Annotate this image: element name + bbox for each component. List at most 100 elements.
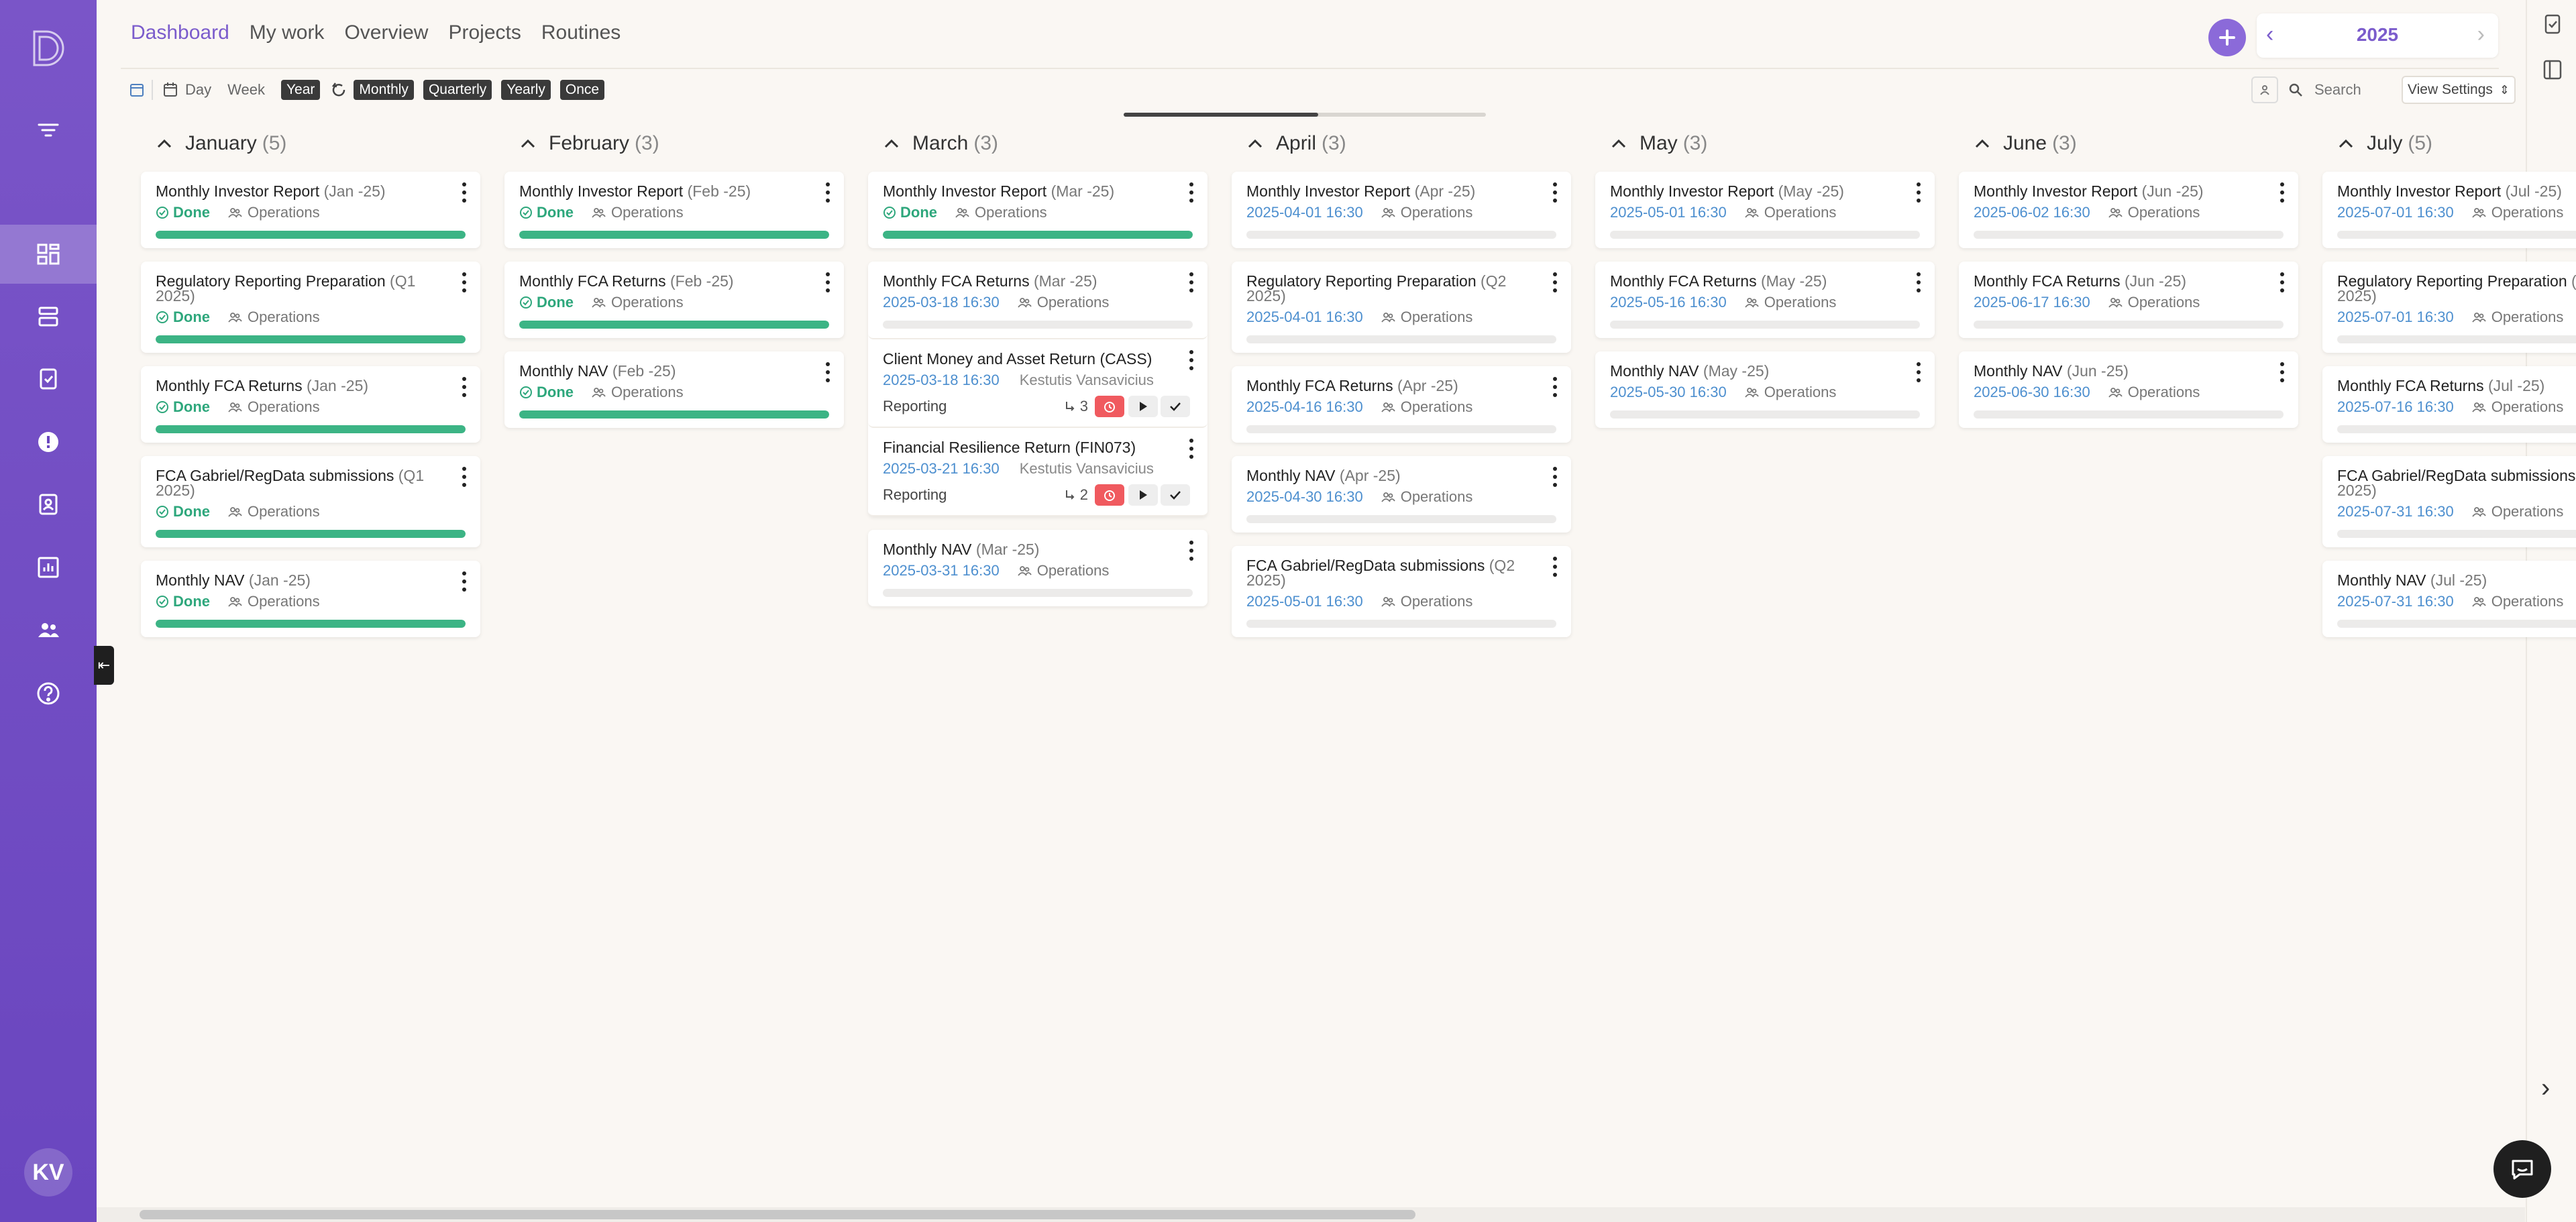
due-date[interactable]: 2025-05-16 16:30: [1610, 294, 1727, 311]
month-header[interactable]: June (3): [1959, 129, 2298, 158]
due-date[interactable]: 2025-03-18 16:30: [883, 294, 1000, 311]
due-date[interactable]: 2025-06-17 16:30: [1974, 294, 2090, 311]
task-card[interactable]: Regulatory Reporting Preparation (Q2 202…: [1232, 262, 1571, 353]
due-date[interactable]: 2025-07-01 16:30: [2337, 309, 2454, 326]
chevron-right-icon[interactable]: ›: [2541, 1073, 2550, 1103]
nav-boards[interactable]: [0, 287, 97, 346]
start-button[interactable]: [1128, 484, 1158, 506]
task-card[interactable]: Monthly FCA Returns (Apr -25) 2025-04-16 …: [1232, 366, 1571, 443]
filter-year[interactable]: Year: [280, 80, 321, 100]
more-icon[interactable]: [1915, 362, 1923, 382]
assignee[interactable]: Kestutis Vansavicius: [1020, 372, 1154, 389]
tab-projects[interactable]: Projects: [448, 19, 521, 47]
filter-day[interactable]: Day: [185, 81, 211, 99]
filter-button[interactable]: [0, 101, 97, 160]
user-avatar[interactable]: KV: [24, 1148, 72, 1197]
task-card[interactable]: Monthly Investor Report (May -25) 2025-05…: [1595, 172, 1935, 248]
more-icon[interactable]: [1551, 377, 1559, 397]
tab-routines[interactable]: Routines: [541, 19, 621, 47]
overdue-button[interactable]: [1095, 396, 1124, 417]
task-card[interactable]: Monthly NAV (May -25) 2025-05-30 16:30 Ope…: [1595, 351, 1935, 428]
month-header[interactable]: July (5): [2322, 129, 2576, 158]
filter-week[interactable]: Week: [227, 81, 265, 99]
more-icon[interactable]: [1551, 272, 1559, 292]
clipboard-check-icon[interactable]: [2540, 12, 2565, 36]
task-card[interactable]: Monthly FCA Returns (Jun -25) 2025-06-17 …: [1959, 262, 2298, 338]
due-date[interactable]: 2025-06-02 16:30: [1974, 204, 2090, 221]
month-header[interactable]: March (3): [868, 129, 1208, 158]
task-card[interactable]: Monthly NAV (Mar -25) 2025-03-31 16:30 Ope…: [868, 530, 1208, 606]
month-header[interactable]: May (3): [1595, 129, 1935, 158]
sidebar-collapse-toggle[interactable]: ⇤: [94, 646, 114, 685]
board-scroll-thumb[interactable]: [1124, 113, 1318, 117]
filter-monthly[interactable]: Monthly: [354, 80, 414, 100]
task-card[interactable]: FCA Gabriel/RegData submissions (Q3 2025…: [2322, 456, 2576, 547]
chat-button[interactable]: [2493, 1140, 2551, 1198]
horizontal-scrollbar[interactable]: [97, 1207, 2525, 1222]
due-date[interactable]: 2025-07-31 16:30: [2337, 503, 2454, 520]
nav-tasks[interactable]: [0, 349, 97, 408]
task-card[interactable]: Monthly NAV (Feb -25) Done Operations: [504, 351, 844, 428]
task-card[interactable]: Monthly FCA Returns (Mar -25) 2025-03-18 …: [868, 262, 1208, 339]
month-header[interactable]: February (3): [504, 129, 844, 158]
due-date[interactable]: 2025-04-01 16:30: [1246, 204, 1363, 221]
more-icon[interactable]: [460, 571, 468, 592]
view-settings-button[interactable]: View Settings ⇕: [2402, 76, 2516, 104]
more-icon[interactable]: [1551, 182, 1559, 203]
more-icon[interactable]: [1915, 182, 1923, 203]
assignee-filter-button[interactable]: [2251, 76, 2278, 103]
task-card[interactable]: Monthly NAV (Jan -25) Done Operations: [141, 561, 480, 637]
board-scroll-indicator[interactable]: [1124, 113, 1486, 117]
due-date[interactable]: 2025-05-30 16:30: [1610, 384, 1727, 401]
due-date[interactable]: 2025-04-30 16:30: [1246, 488, 1363, 506]
chevron-right-icon[interactable]: ›: [2477, 21, 2485, 48]
task-card[interactable]: Monthly Investor Report (Mar -25) Done Ope…: [868, 172, 1208, 248]
app-logo[interactable]: [0, 15, 97, 82]
scrollbar-thumb[interactable]: [140, 1210, 1415, 1219]
more-icon[interactable]: [1187, 439, 1195, 459]
search-input[interactable]: [2313, 80, 2387, 99]
task-card[interactable]: Monthly FCA Returns (Jul -25) 2025-07-16 …: [2322, 366, 2576, 443]
complete-button[interactable]: [1161, 484, 1190, 506]
task-card[interactable]: Monthly Investor Report (Apr -25) 2025-04…: [1232, 172, 1571, 248]
nav-alerts[interactable]: [0, 412, 97, 471]
more-icon[interactable]: [460, 377, 468, 397]
more-icon[interactable]: [1187, 272, 1195, 292]
due-date[interactable]: 2025-05-01 16:30: [1246, 593, 1363, 610]
more-icon[interactable]: [1915, 272, 1923, 292]
nav-team[interactable]: [0, 601, 97, 660]
due-date[interactable]: 2025-07-01 16:30: [2337, 204, 2454, 221]
more-icon[interactable]: [460, 467, 468, 487]
tab-dashboard[interactable]: Dashboard: [131, 19, 229, 47]
more-icon[interactable]: [2278, 272, 2286, 292]
subtask-card[interactable]: Financial Resilience Return (FIN073) 2025…: [868, 428, 1208, 516]
filter-quarterly[interactable]: Quarterly: [423, 80, 492, 100]
more-icon[interactable]: [824, 362, 832, 382]
task-card[interactable]: Monthly FCA Returns (May -25) 2025-05-16 …: [1595, 262, 1935, 338]
nav-reports[interactable]: [0, 538, 97, 597]
subtask-card[interactable]: Client Money and Asset Return (CASS) 2025…: [868, 339, 1208, 428]
more-icon[interactable]: [2278, 182, 2286, 203]
task-card[interactable]: Monthly NAV (Jun -25) 2025-06-30 16:30 Ope…: [1959, 351, 2298, 428]
due-date[interactable]: 2025-03-21 16:30: [883, 460, 1000, 478]
month-header[interactable]: January (5): [141, 129, 480, 158]
task-card[interactable]: Monthly Investor Report (Jun -25) 2025-06…: [1959, 172, 2298, 248]
tab-overview[interactable]: Overview: [344, 19, 428, 47]
more-icon[interactable]: [824, 272, 832, 292]
more-icon[interactable]: [460, 182, 468, 203]
add-button[interactable]: [2208, 19, 2246, 56]
task-card[interactable]: Regulatory Reporting Preparation (Q3 202…: [2322, 262, 2576, 353]
more-icon[interactable]: [1551, 467, 1559, 487]
task-card[interactable]: Monthly Investor Report (Jan -25) Done Ope…: [141, 172, 480, 248]
more-icon[interactable]: [2278, 362, 2286, 382]
month-header[interactable]: April (3): [1232, 129, 1571, 158]
more-icon[interactable]: [1551, 557, 1559, 577]
calendar-toggle-icon[interactable]: [127, 80, 146, 99]
nav-contacts[interactable]: [0, 475, 97, 534]
task-card[interactable]: FCA Gabriel/RegData submissions (Q2 2025…: [1232, 546, 1571, 637]
more-icon[interactable]: [824, 182, 832, 203]
due-date[interactable]: 2025-03-31 16:30: [883, 562, 1000, 579]
more-icon[interactable]: [1187, 350, 1195, 370]
complete-button[interactable]: [1161, 396, 1190, 417]
more-icon[interactable]: [1187, 541, 1195, 561]
